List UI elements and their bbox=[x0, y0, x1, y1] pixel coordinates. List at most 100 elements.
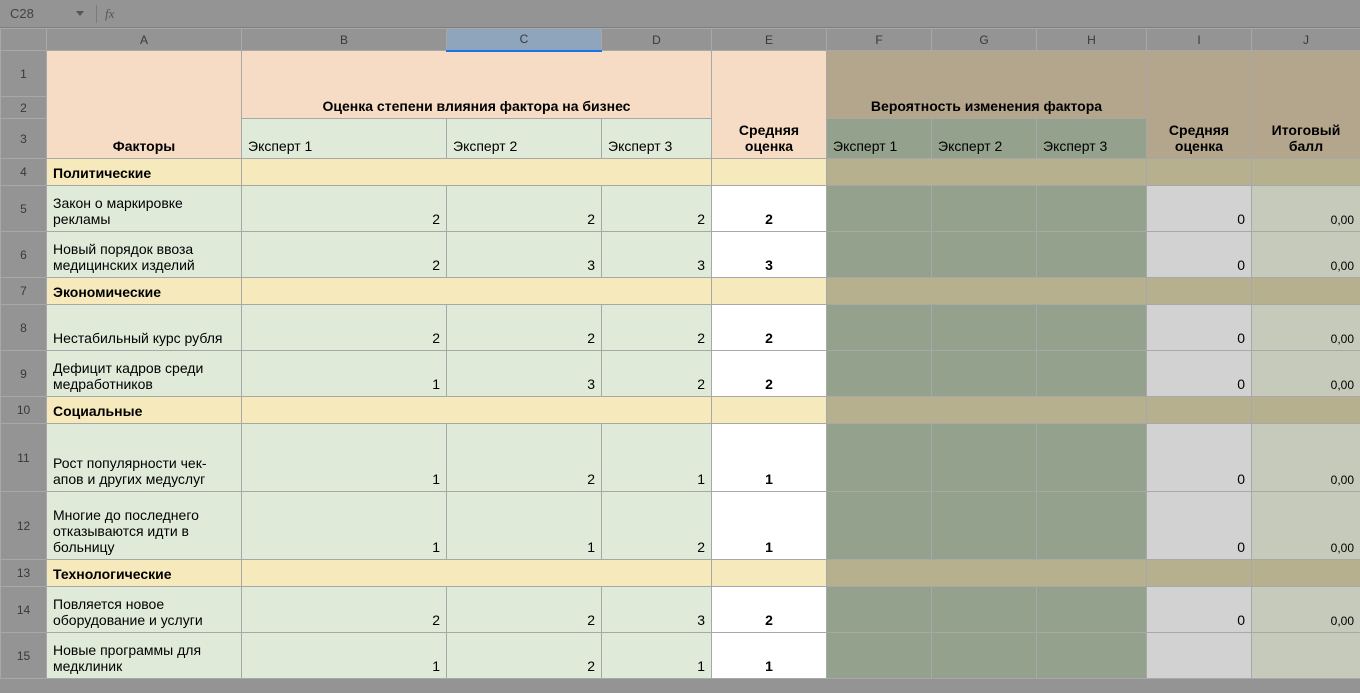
row-header-3[interactable]: 3 bbox=[1, 119, 47, 159]
cell[interactable] bbox=[1037, 351, 1147, 397]
factor-label[interactable]: Новые программы для медклиник bbox=[47, 633, 242, 679]
cell[interactable]: 2 bbox=[602, 492, 712, 560]
cell[interactable]: 3 bbox=[447, 351, 602, 397]
cell[interactable]: 2 bbox=[447, 633, 602, 679]
cell[interactable]: 0,00 bbox=[1252, 232, 1360, 278]
cell[interactable] bbox=[1037, 424, 1147, 492]
row-header-13[interactable]: 13 bbox=[1, 560, 47, 587]
cell[interactable] bbox=[1147, 397, 1252, 424]
cell[interactable] bbox=[932, 351, 1037, 397]
row-header-15[interactable]: 15 bbox=[1, 633, 47, 679]
cell[interactable]: 0 bbox=[1147, 186, 1252, 232]
cell[interactable] bbox=[827, 186, 932, 232]
cell[interactable]: 3 bbox=[447, 232, 602, 278]
factor-label[interactable]: Закон о маркировке рекламы bbox=[47, 186, 242, 232]
cell[interactable] bbox=[712, 397, 827, 424]
cell[interactable] bbox=[827, 232, 932, 278]
cell[interactable]: 2 bbox=[712, 351, 827, 397]
cell[interactable]: 0 bbox=[1147, 351, 1252, 397]
cell[interactable]: 1 bbox=[712, 492, 827, 560]
cell[interactable]: 0,00 bbox=[1252, 424, 1360, 492]
cell[interactable]: 0 bbox=[1147, 305, 1252, 351]
header-exp2[interactable]: Эксперт 2 bbox=[447, 119, 602, 159]
fx-icon[interactable]: fx bbox=[105, 6, 124, 22]
cell[interactable]: 2 bbox=[712, 305, 827, 351]
cell[interactable] bbox=[932, 232, 1037, 278]
col-header-D[interactable]: D bbox=[602, 29, 712, 51]
section-economic[interactable]: Экономические bbox=[47, 278, 242, 305]
col-header-B[interactable]: B bbox=[242, 29, 447, 51]
col-header-A[interactable]: A bbox=[47, 29, 242, 51]
cell[interactable] bbox=[712, 159, 827, 186]
cell[interactable] bbox=[1037, 186, 1147, 232]
row-header-14[interactable]: 14 bbox=[1, 587, 47, 633]
cell[interactable]: 1 bbox=[242, 424, 447, 492]
col-header-H[interactable]: H bbox=[1037, 29, 1147, 51]
col-header-J[interactable]: J bbox=[1252, 29, 1360, 51]
cell[interactable]: 0 bbox=[1147, 232, 1252, 278]
cell[interactable]: 1 bbox=[602, 424, 712, 492]
col-header-E[interactable]: E bbox=[712, 29, 827, 51]
cell[interactable]: 0,00 bbox=[1252, 305, 1360, 351]
cell[interactable]: 2 bbox=[447, 305, 602, 351]
header-exp3b[interactable]: Эксперт 3 bbox=[1037, 119, 1147, 159]
col-header-C[interactable]: C bbox=[447, 29, 602, 51]
row-header-5[interactable]: 5 bbox=[1, 186, 47, 232]
header-influence[interactable]: Оценка степени влияния фактора на бизнес bbox=[242, 51, 712, 119]
cell[interactable]: 1 bbox=[242, 492, 447, 560]
factor-label[interactable]: Дефицит кадров среди медработников bbox=[47, 351, 242, 397]
row-header-6[interactable]: 6 bbox=[1, 232, 47, 278]
row-header-2[interactable]: 2 bbox=[1, 97, 47, 119]
header-exp1[interactable]: Эксперт 1 bbox=[242, 119, 447, 159]
cell[interactable] bbox=[932, 492, 1037, 560]
row-header-10[interactable]: 10 bbox=[1, 397, 47, 424]
header-total[interactable]: Итоговый балл bbox=[1252, 51, 1360, 159]
cell[interactable] bbox=[242, 560, 712, 587]
cell[interactable] bbox=[1037, 587, 1147, 633]
factor-label[interactable]: Новый порядок ввоза медицинских изделий bbox=[47, 232, 242, 278]
cell[interactable]: 1 bbox=[242, 633, 447, 679]
col-header-G[interactable]: G bbox=[932, 29, 1037, 51]
cell[interactable]: 0 bbox=[1147, 492, 1252, 560]
cell[interactable]: 2 bbox=[242, 305, 447, 351]
cell[interactable]: 3 bbox=[602, 232, 712, 278]
cell[interactable]: 2 bbox=[242, 186, 447, 232]
cell[interactable] bbox=[242, 159, 712, 186]
header-factors[interactable]: Факторы bbox=[47, 51, 242, 159]
header-exp2b[interactable]: Эксперт 2 bbox=[932, 119, 1037, 159]
cell[interactable]: 1 bbox=[242, 351, 447, 397]
cell[interactable] bbox=[827, 159, 1147, 186]
cell[interactable]: 1 bbox=[712, 633, 827, 679]
name-box[interactable]: C28 bbox=[0, 6, 72, 21]
cell[interactable] bbox=[712, 278, 827, 305]
row-header-8[interactable]: 8 bbox=[1, 305, 47, 351]
cell[interactable]: 0,00 bbox=[1252, 186, 1360, 232]
select-all-corner[interactable] bbox=[1, 29, 47, 51]
name-box-dropdown-icon[interactable] bbox=[72, 11, 94, 16]
cell[interactable] bbox=[1147, 633, 1252, 679]
cell[interactable] bbox=[827, 424, 932, 492]
cell[interactable]: 2 bbox=[447, 587, 602, 633]
cell[interactable]: 2 bbox=[242, 232, 447, 278]
cell[interactable] bbox=[827, 351, 932, 397]
cell[interactable]: 3 bbox=[602, 587, 712, 633]
header-avg2[interactable]: Средняя оценка bbox=[1147, 51, 1252, 159]
cell[interactable] bbox=[1147, 560, 1252, 587]
cell[interactable] bbox=[932, 587, 1037, 633]
cell[interactable] bbox=[1037, 305, 1147, 351]
row-header-11[interactable]: 11 bbox=[1, 424, 47, 492]
cell[interactable] bbox=[1252, 397, 1360, 424]
cell[interactable] bbox=[1252, 159, 1360, 186]
cell[interactable]: 2 bbox=[602, 305, 712, 351]
section-social[interactable]: Социальные bbox=[47, 397, 242, 424]
header-exp3[interactable]: Эксперт 3 bbox=[602, 119, 712, 159]
cell[interactable] bbox=[1037, 232, 1147, 278]
section-political[interactable]: Политические bbox=[47, 159, 242, 186]
factor-label[interactable]: Рост популярности чек-апов и других меду… bbox=[47, 424, 242, 492]
row-header-9[interactable]: 9 bbox=[1, 351, 47, 397]
cell[interactable] bbox=[827, 560, 1147, 587]
cell[interactable]: 2 bbox=[447, 424, 602, 492]
cell[interactable]: 1 bbox=[447, 492, 602, 560]
cell[interactable]: 0,00 bbox=[1252, 492, 1360, 560]
cell[interactable]: 0 bbox=[1147, 424, 1252, 492]
